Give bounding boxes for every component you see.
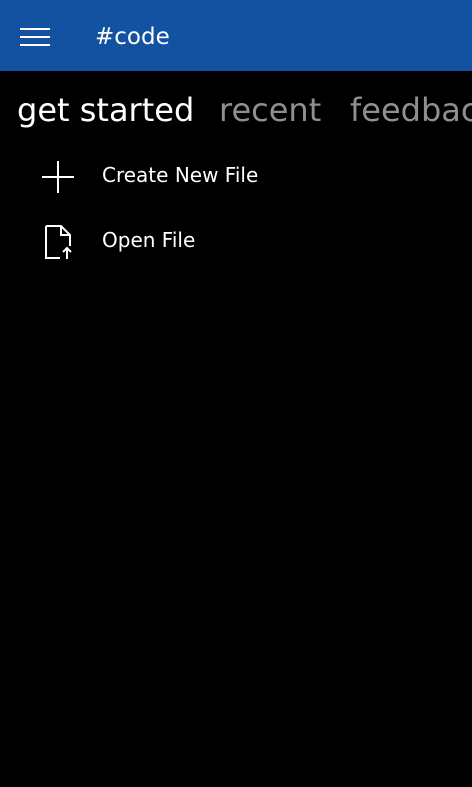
tab-get-started[interactable]: get started — [17, 88, 194, 132]
title-bar: #code — [0, 0, 472, 71]
plus-icon — [42, 161, 74, 193]
tab-feedback[interactable]: feedbac — [350, 88, 472, 132]
pivot-header: get started recent feedbac — [0, 84, 472, 136]
hamburger-icon-line — [20, 44, 50, 46]
open-file-icon — [45, 225, 72, 259]
app-title: #code — [95, 24, 170, 50]
hamburger-menu-button[interactable] — [17, 22, 53, 50]
tab-recent[interactable]: recent — [219, 88, 321, 132]
open-file-button[interactable]: Open File — [0, 212, 472, 268]
hamburger-icon-line — [20, 28, 50, 30]
create-new-file-button[interactable]: Create New File — [0, 147, 472, 203]
hamburger-icon-line — [20, 36, 50, 38]
open-file-label: Open File — [102, 228, 196, 252]
create-new-file-label: Create New File — [102, 163, 259, 187]
